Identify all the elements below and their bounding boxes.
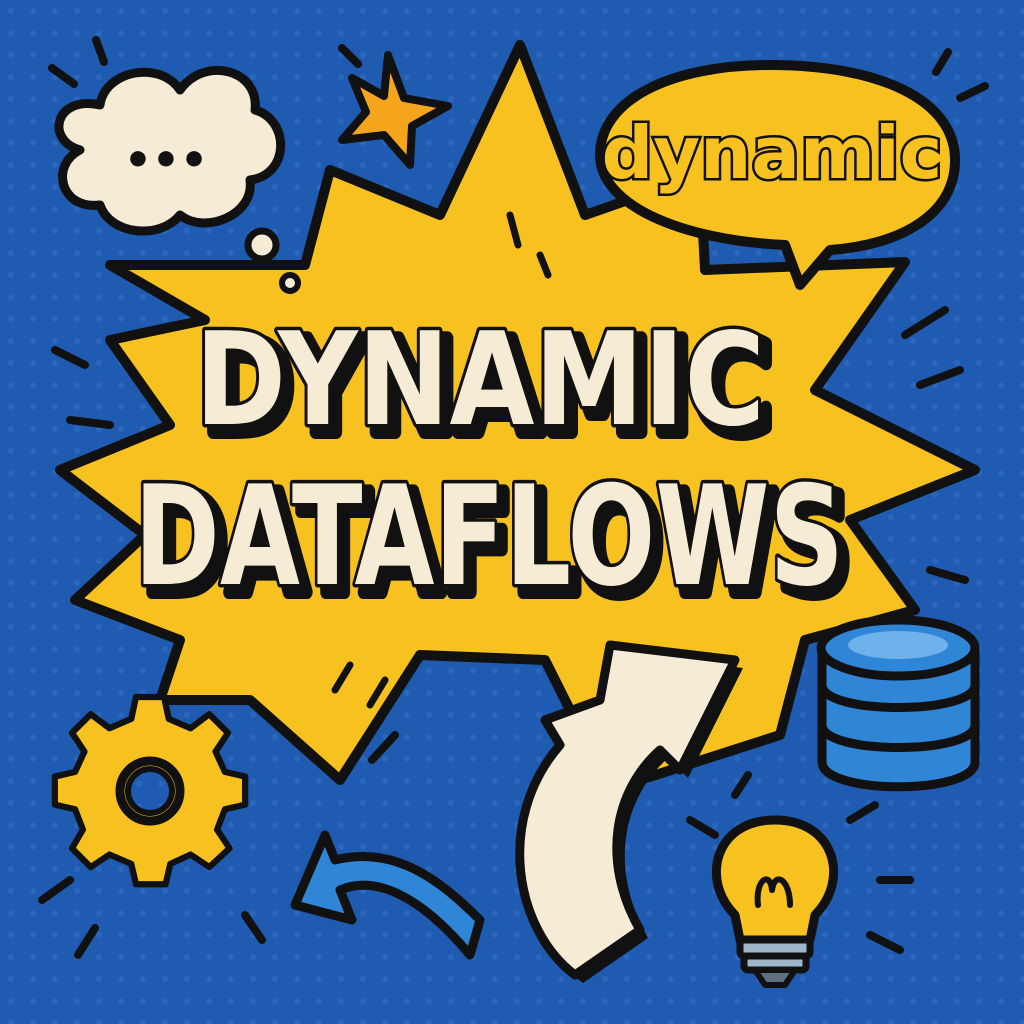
poster: ••• dynamic DYNAMIC DYNAMIC DATAFLOWS DA… — [0, 0, 1024, 1024]
gear-icon — [51, 693, 249, 888]
speech-bubble-text: dynamic — [602, 111, 943, 195]
thought-bubble-dots: ••• — [124, 135, 208, 186]
main-title: DYNAMIC DYNAMIC DATAFLOWS DATAFLOWS — [131, 303, 860, 633]
poster-artwork: ••• dynamic DYNAMIC DYNAMIC DATAFLOWS DA… — [0, 0, 1024, 1024]
title-line-1: DYNAMIC — [195, 306, 765, 455]
database-icon — [816, 615, 980, 792]
title-line-2: DATAFLOWS — [134, 456, 844, 617]
